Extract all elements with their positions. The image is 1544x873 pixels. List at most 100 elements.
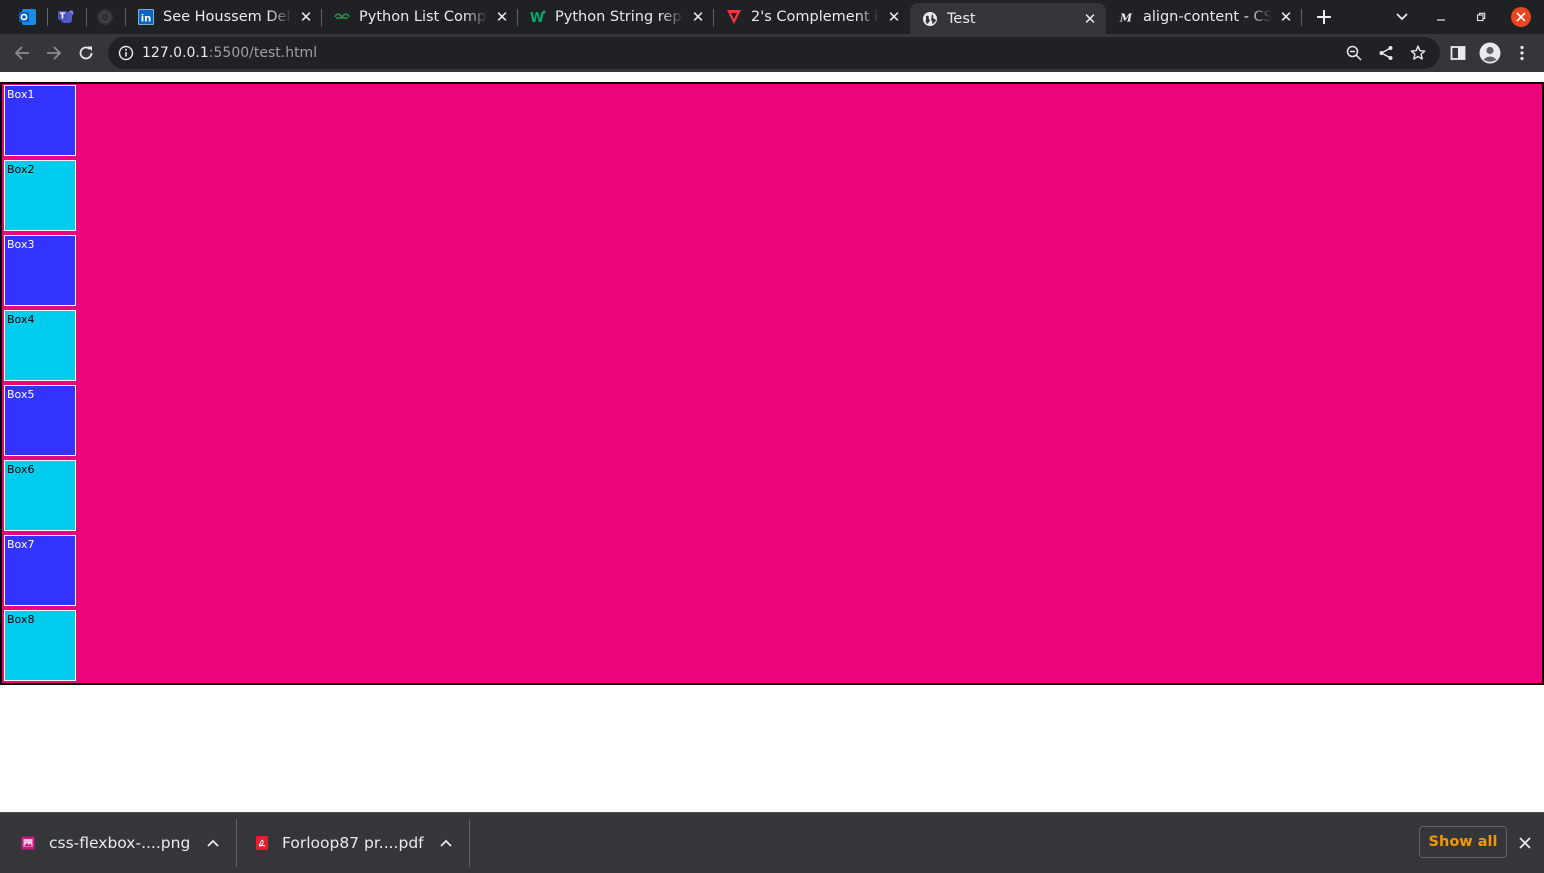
url-path: :5500/test.html xyxy=(208,45,318,61)
close-tab-icon[interactable]: ✕ xyxy=(494,9,510,25)
download-filename: Forloop87 pr....pdf xyxy=(282,834,424,852)
download-options-button[interactable] xyxy=(433,830,459,856)
page-viewport: Box1 Box2 Box3 Box4 Box5 Box6 Box7 Box8 xyxy=(0,72,1544,812)
mdn-icon: M xyxy=(1118,9,1134,25)
pinned-tab-outlook[interactable] xyxy=(13,5,43,29)
restore-button[interactable] xyxy=(1469,5,1493,29)
close-tab-icon[interactable]: ✕ xyxy=(1082,11,1098,27)
share-icon xyxy=(1379,46,1393,60)
svg-text:M: M xyxy=(1119,12,1133,25)
svg-text:W: W xyxy=(530,11,544,25)
tab-linkedin[interactable]: in See Houssem Della ✕ xyxy=(126,0,322,34)
back-button[interactable] xyxy=(9,40,35,66)
svg-text:in: in xyxy=(141,14,152,25)
box-label: Box2 xyxy=(7,163,35,176)
pinned-tab-teams[interactable]: T xyxy=(51,5,81,29)
zoom-out-icon xyxy=(1346,45,1362,61)
plus-icon xyxy=(1317,10,1331,24)
flex-container: Box1 Box2 Box3 Box4 Box5 Box6 Box7 Box8 xyxy=(0,82,1544,685)
github-icon xyxy=(97,9,113,25)
svg-text:T: T xyxy=(60,12,66,21)
download-divider xyxy=(236,819,237,867)
share-button[interactable] xyxy=(1374,41,1398,65)
new-tab-button[interactable] xyxy=(1312,5,1336,29)
box-label: Box4 xyxy=(7,313,35,326)
tab-title: Python List Compre xyxy=(359,9,488,25)
tab-search-button[interactable] xyxy=(1390,5,1414,29)
download-options-button[interactable] xyxy=(200,830,226,856)
site-info-icon[interactable] xyxy=(118,45,134,65)
tab-strip: T in See Houssem Della ✕ Python List Com… xyxy=(0,0,1544,34)
close-tab-icon[interactable]: ✕ xyxy=(690,9,706,25)
avatar-icon xyxy=(1479,42,1501,64)
pdf-file-icon xyxy=(256,836,268,850)
arrow-right-icon xyxy=(47,46,62,60)
outlook-icon xyxy=(19,9,36,25)
tab-divider xyxy=(86,8,87,26)
url-text: 127.0.0.1:5500/test.html xyxy=(142,45,317,61)
download-item[interactable]: Forloop87 pr....pdf xyxy=(254,813,424,873)
pinned-tab-github[interactable] xyxy=(90,5,120,29)
restore-icon xyxy=(1476,12,1486,22)
close-tab-icon[interactable]: ✕ xyxy=(886,9,902,25)
tab-title: Python String repla xyxy=(555,9,684,25)
chevron-up-icon xyxy=(440,839,452,847)
close-tab-icon[interactable]: ✕ xyxy=(298,9,314,25)
box-4: Box4 xyxy=(4,310,76,381)
box-label: Box5 xyxy=(7,388,35,401)
minimize-icon xyxy=(1437,19,1445,21)
tab-python-string[interactable]: W Python String repla ✕ xyxy=(518,0,714,34)
reload-icon xyxy=(79,46,93,60)
tab-python-list[interactable]: Python List Compre ✕ xyxy=(322,0,518,34)
zoom-button[interactable] xyxy=(1342,41,1366,65)
box-label: Box7 xyxy=(7,538,35,551)
box-label: Box1 xyxy=(7,88,35,101)
box-2: Box2 xyxy=(4,160,76,231)
browser-toolbar: 127.0.0.1:5500/test.html xyxy=(0,34,1544,72)
w3schools-icon: W xyxy=(530,9,546,25)
linkedin-icon: in xyxy=(138,9,154,25)
box-1: Box1 xyxy=(4,85,76,156)
close-tab-icon[interactable]: ✕ xyxy=(1278,9,1294,25)
side-panel-icon xyxy=(1450,46,1466,60)
close-icon xyxy=(1519,837,1531,849)
tab-divider xyxy=(1301,9,1302,26)
url-host: 127.0.0.1 xyxy=(142,45,209,61)
star-icon xyxy=(1410,45,1426,60)
reload-button[interactable] xyxy=(73,40,99,66)
tab-title: align-content - CSS xyxy=(1143,9,1272,25)
box-label: Box6 xyxy=(7,463,35,476)
forward-button[interactable] xyxy=(41,40,67,66)
tab-title: See Houssem Della xyxy=(163,9,292,25)
tab-title: Test xyxy=(947,10,976,27)
download-shelf: css-flexbox-....png Forloop87 pr....pdf … xyxy=(0,812,1544,873)
box-7: Box7 xyxy=(4,535,76,606)
vivaldi-icon xyxy=(726,9,742,25)
tab-title: 2's Complement in xyxy=(751,9,880,25)
box-6: Box6 xyxy=(4,460,76,531)
menu-button[interactable] xyxy=(1509,40,1535,66)
box-label: Box8 xyxy=(7,613,35,626)
image-file-icon xyxy=(21,836,35,850)
download-filename: css-flexbox-....png xyxy=(49,834,191,852)
chevron-down-icon xyxy=(1396,13,1408,21)
box-5: Box5 xyxy=(4,385,76,456)
minimize-button[interactable] xyxy=(1429,5,1453,29)
close-shelf-button[interactable] xyxy=(1512,830,1538,856)
profile-button[interactable] xyxy=(1477,40,1503,66)
tab-test[interactable]: Test ✕ xyxy=(910,3,1106,34)
address-bar[interactable]: 127.0.0.1:5500/test.html xyxy=(108,37,1440,69)
close-window-icon xyxy=(1511,7,1531,27)
bookmark-button[interactable] xyxy=(1406,41,1430,65)
tab-divider xyxy=(47,8,48,26)
close-window-button[interactable] xyxy=(1509,5,1533,29)
globe-icon xyxy=(922,11,938,27)
side-panel-button[interactable] xyxy=(1445,40,1471,66)
more-vert-icon xyxy=(1520,45,1524,61)
box-label: Box3 xyxy=(7,238,35,251)
download-item[interactable]: css-flexbox-....png xyxy=(20,813,190,873)
tab-twos-complement[interactable]: 2's Complement in ✕ xyxy=(714,0,910,34)
tab-align-content[interactable]: M align-content - CSS ✕ xyxy=(1106,0,1302,34)
show-all-button[interactable]: Show all xyxy=(1419,826,1507,858)
geeksforgeeks-icon xyxy=(334,9,350,25)
